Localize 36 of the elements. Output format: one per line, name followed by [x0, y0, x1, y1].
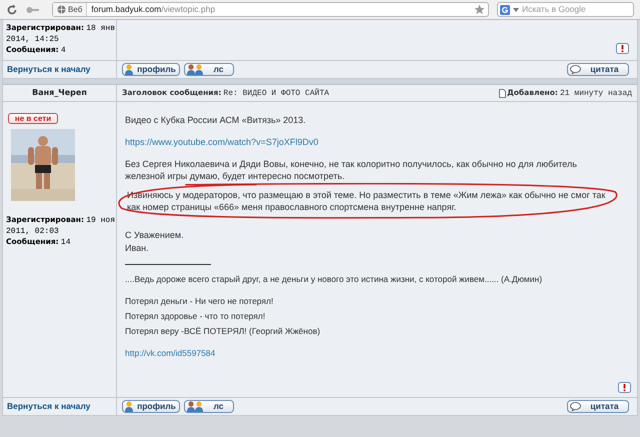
post-text: С Уважением.: [125, 229, 184, 241]
report-icon[interactable]: [616, 43, 629, 54]
post-text: Потерял деньги - Ни чего не потерял!: [125, 295, 274, 307]
post-text: Видео с Кубка России АСМ «Витязь» 2013.: [125, 114, 306, 126]
search-engine-badge[interactable]: Веб: [53, 3, 88, 16]
quote-button[interactable]: цитата: [567, 63, 629, 76]
post-text: Потерял веру -ВСЁ ПОТЕРЯЛ! (Георгий Жжёнов): [125, 325, 320, 337]
post-link[interactable]: http://vk.com/id5597584: [125, 347, 216, 359]
url-text: forum.badyuk.com/viewtopic.php: [90, 3, 216, 16]
back-to-top-link[interactable]: Вернуться к началу: [7, 63, 90, 76]
profile-button[interactable]: профиль: [122, 400, 180, 413]
post-text: ....Ведь дороже всего старый друг, а не деньги у нового это истина жизни, с которой живем...... (А.Дюмин): [125, 273, 542, 285]
author-name: Ваня_Череп: [32, 87, 87, 99]
post-text: Извиняюсь у модераторов, что размещаю в этой теме. Но разместить в теме «Жим лежа» как обычно не смог так как номер страницы «666» меня православного спортсмена внутренне напряг.: [127, 189, 606, 213]
document-icon: [499, 88, 506, 98]
post-link[interactable]: https://www.youtube.com/watch?v=S7joXFl9Dv0: [125, 136, 318, 148]
post-text: Потерял здоровье - что то потерял!: [125, 310, 266, 322]
speech-bubble-icon: [570, 65, 581, 74]
person-icon: [125, 64, 133, 75]
online-status-badge: не в сети: [8, 113, 58, 124]
profile-button[interactable]: профиль: [122, 63, 180, 76]
post-text: Иван.: [125, 242, 149, 254]
google-icon: [500, 4, 510, 14]
speech-bubble-icon: [570, 402, 581, 411]
pm-button[interactable]: лс: [184, 400, 234, 413]
back-to-top-link[interactable]: Вернуться к началу: [7, 400, 90, 413]
star-icon[interactable]: [474, 4, 485, 15]
post-text: Без Сергея Николаевича и Дяди Вовы, конечно, не так колоритно получилось, как обычно но для любитель железной игры думаю, будет интересно посмотреть.: [125, 158, 578, 182]
address-bar[interactable]: Веб forum.badyuk.com/viewtopic.php: [52, 2, 489, 17]
quote-button[interactable]: цитата: [567, 400, 629, 413]
reload-icon[interactable]: [6, 4, 18, 16]
report-icon[interactable]: [618, 382, 631, 393]
dropdown-arrow-icon[interactable]: [513, 8, 519, 12]
person-icon: [125, 401, 133, 412]
pm-button[interactable]: лс: [184, 63, 234, 76]
globe-icon: [57, 5, 66, 14]
